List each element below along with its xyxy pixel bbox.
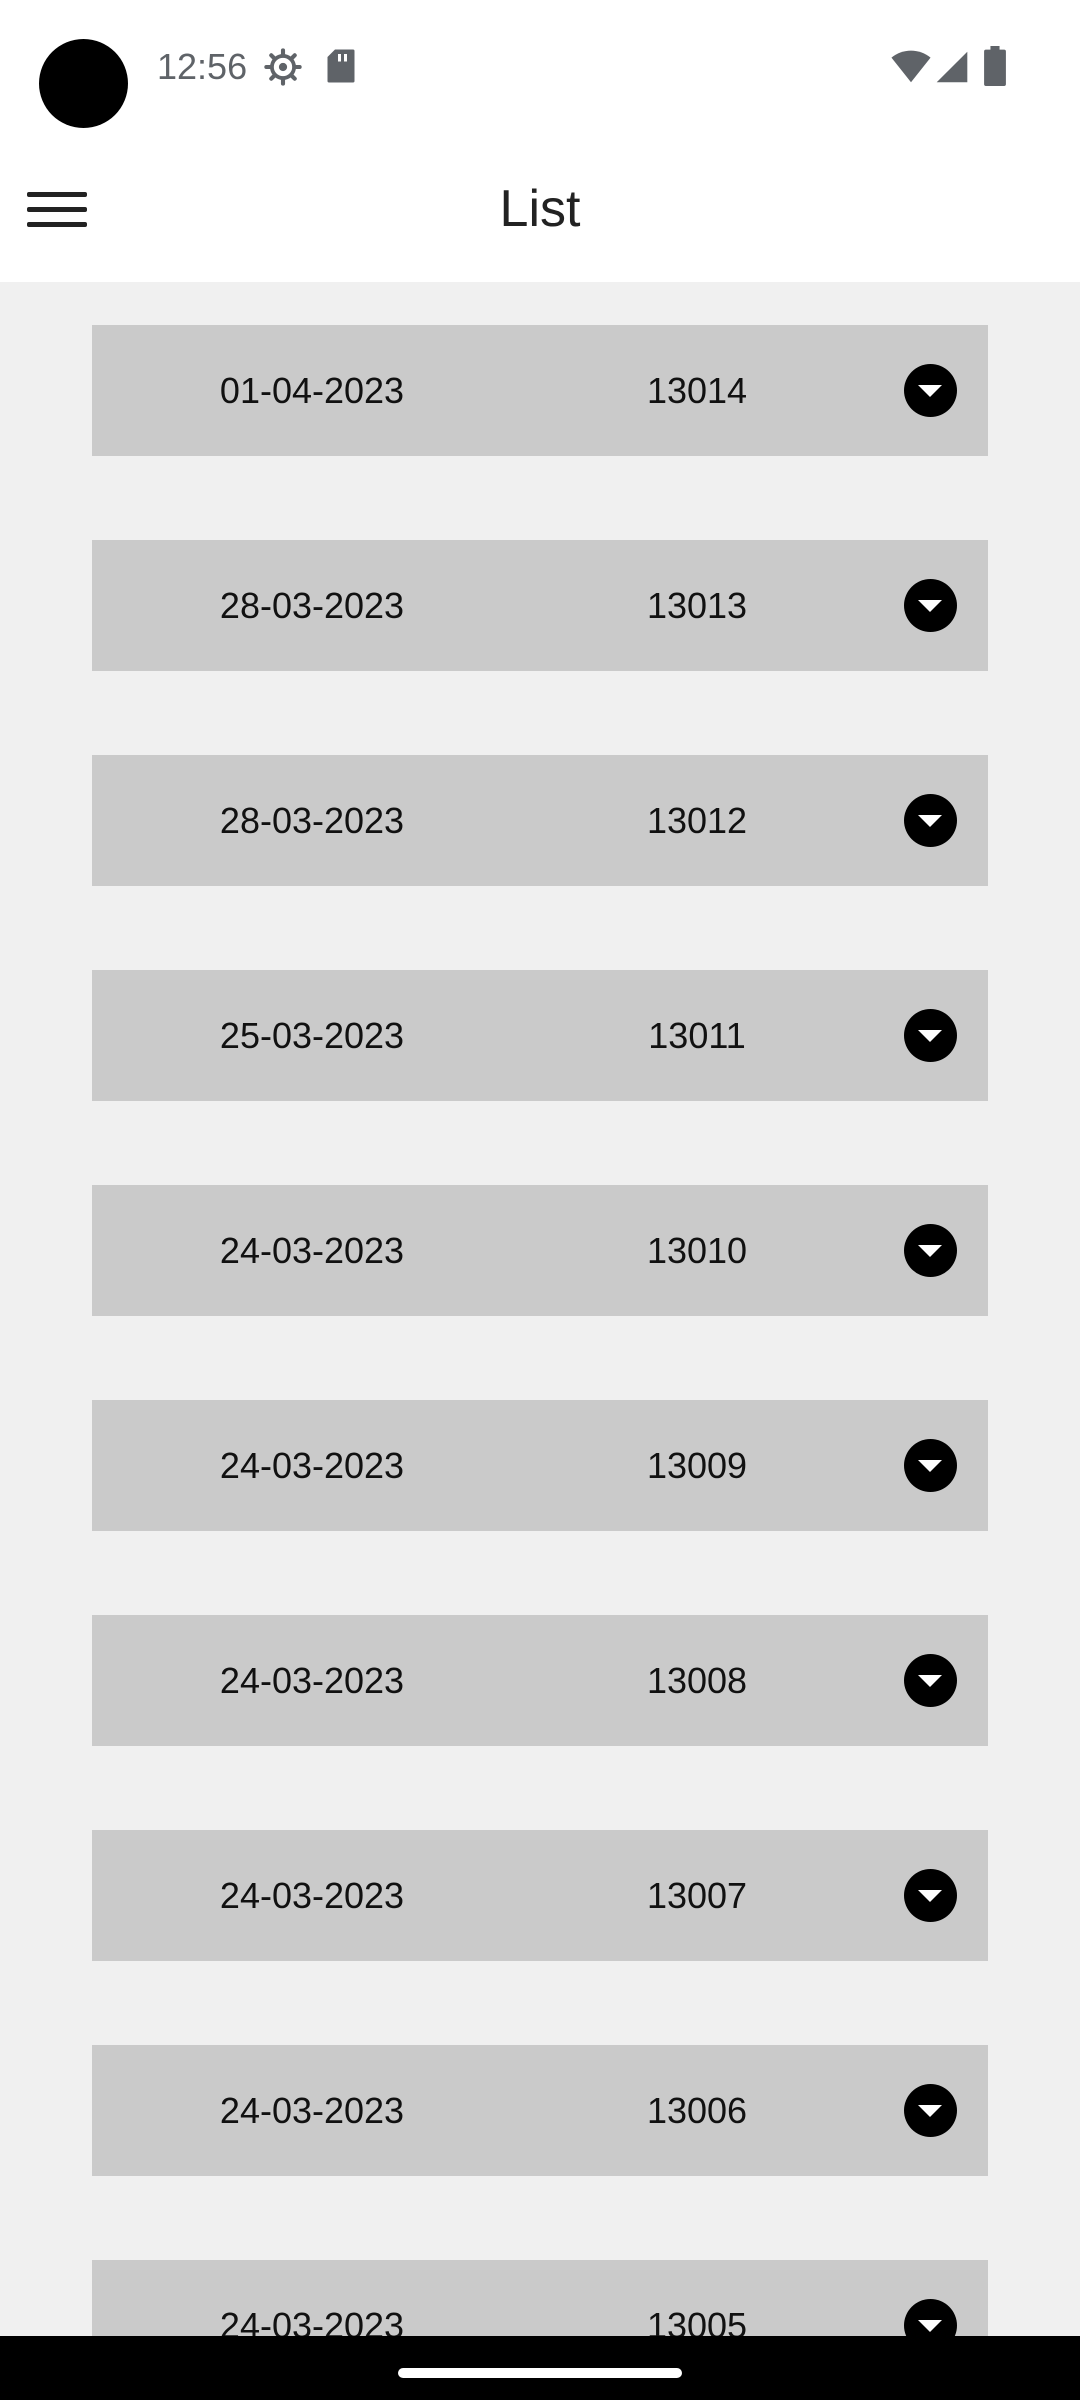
- dropdown-arrow-circle-icon[interactable]: [904, 1439, 957, 1492]
- gesture-handle[interactable]: [398, 2368, 682, 2378]
- list-item-date: 24-03-2023: [219, 1230, 405, 1271]
- list-item-number: 13014: [646, 370, 748, 411]
- list-item-date: 28-03-2023: [219, 585, 405, 626]
- wifi-icon: [891, 50, 931, 83]
- list-item[interactable]: 24-03-2023 13008: [92, 1615, 988, 1746]
- list-item-date: 24-03-2023: [219, 2305, 405, 2336]
- list-item[interactable]: 28-03-2023 13013: [92, 540, 988, 671]
- app-bar: List: [0, 136, 1080, 282]
- list-item[interactable]: 24-03-2023 13010: [92, 1185, 988, 1316]
- list-item-number: 13006: [646, 2090, 748, 2131]
- dropdown-arrow-circle-icon[interactable]: [904, 794, 957, 847]
- page-title: List: [499, 180, 581, 238]
- list-item[interactable]: 24-03-2023 13007: [92, 1830, 988, 1961]
- list-item-date: 25-03-2023: [219, 1015, 405, 1056]
- list-item-number: 13009: [646, 1445, 748, 1486]
- dropdown-arrow-circle-icon[interactable]: [904, 1224, 957, 1277]
- status-time: 12:56: [157, 46, 248, 87]
- status-bar: 12:56: [0, 0, 1080, 136]
- camera-cutout: [39, 39, 128, 128]
- system-navigation-bar: [0, 2336, 1080, 2400]
- list-item-date: 24-03-2023: [219, 1445, 405, 1486]
- cell-signal-icon: [936, 51, 968, 83]
- list-item-number: 13007: [646, 1875, 748, 1916]
- list-item[interactable]: 24-03-2023 13006: [92, 2045, 988, 2176]
- list-item-date: 24-03-2023: [219, 1660, 405, 1701]
- list-item[interactable]: 24-03-2023 13005: [92, 2260, 988, 2336]
- dropdown-arrow-circle-icon[interactable]: [904, 2084, 957, 2137]
- dropdown-arrow-circle-icon[interactable]: [904, 1869, 957, 1922]
- list-item-date: 28-03-2023: [219, 800, 405, 841]
- list-item[interactable]: 24-03-2023 13009: [92, 1400, 988, 1531]
- list-item-date: 24-03-2023: [219, 2090, 405, 2131]
- list-item-number: 13011: [648, 1015, 746, 1056]
- dropdown-arrow-circle-icon[interactable]: [904, 579, 957, 632]
- dropdown-arrow-circle-icon[interactable]: [904, 2299, 957, 2336]
- dropdown-arrow-circle-icon[interactable]: [904, 1654, 957, 1707]
- settings-gear-icon: [264, 48, 302, 86]
- list-item-number: 13012: [646, 800, 748, 841]
- dropdown-arrow-circle-icon[interactable]: [904, 364, 957, 417]
- list-item-date: 24-03-2023: [219, 1875, 405, 1916]
- list-item[interactable]: 28-03-2023 13012: [92, 755, 988, 886]
- list-item-number: 13010: [646, 1230, 748, 1271]
- list-item[interactable]: 25-03-2023 13011: [92, 970, 988, 1101]
- list-item-date: 01-04-2023: [219, 370, 405, 411]
- list-item-number: 13005: [646, 2305, 748, 2336]
- list-item[interactable]: 01-04-2023 13014: [92, 325, 988, 456]
- list-item-number: 13013: [646, 585, 748, 626]
- records-list[interactable]: 01-04-2023 13014 28-03-2023 13013 28-03-…: [0, 282, 1080, 2336]
- sd-card-icon: [327, 49, 355, 83]
- list-item-number: 13008: [646, 1660, 748, 1701]
- dropdown-arrow-circle-icon[interactable]: [904, 1009, 957, 1062]
- battery-icon: [984, 46, 1006, 86]
